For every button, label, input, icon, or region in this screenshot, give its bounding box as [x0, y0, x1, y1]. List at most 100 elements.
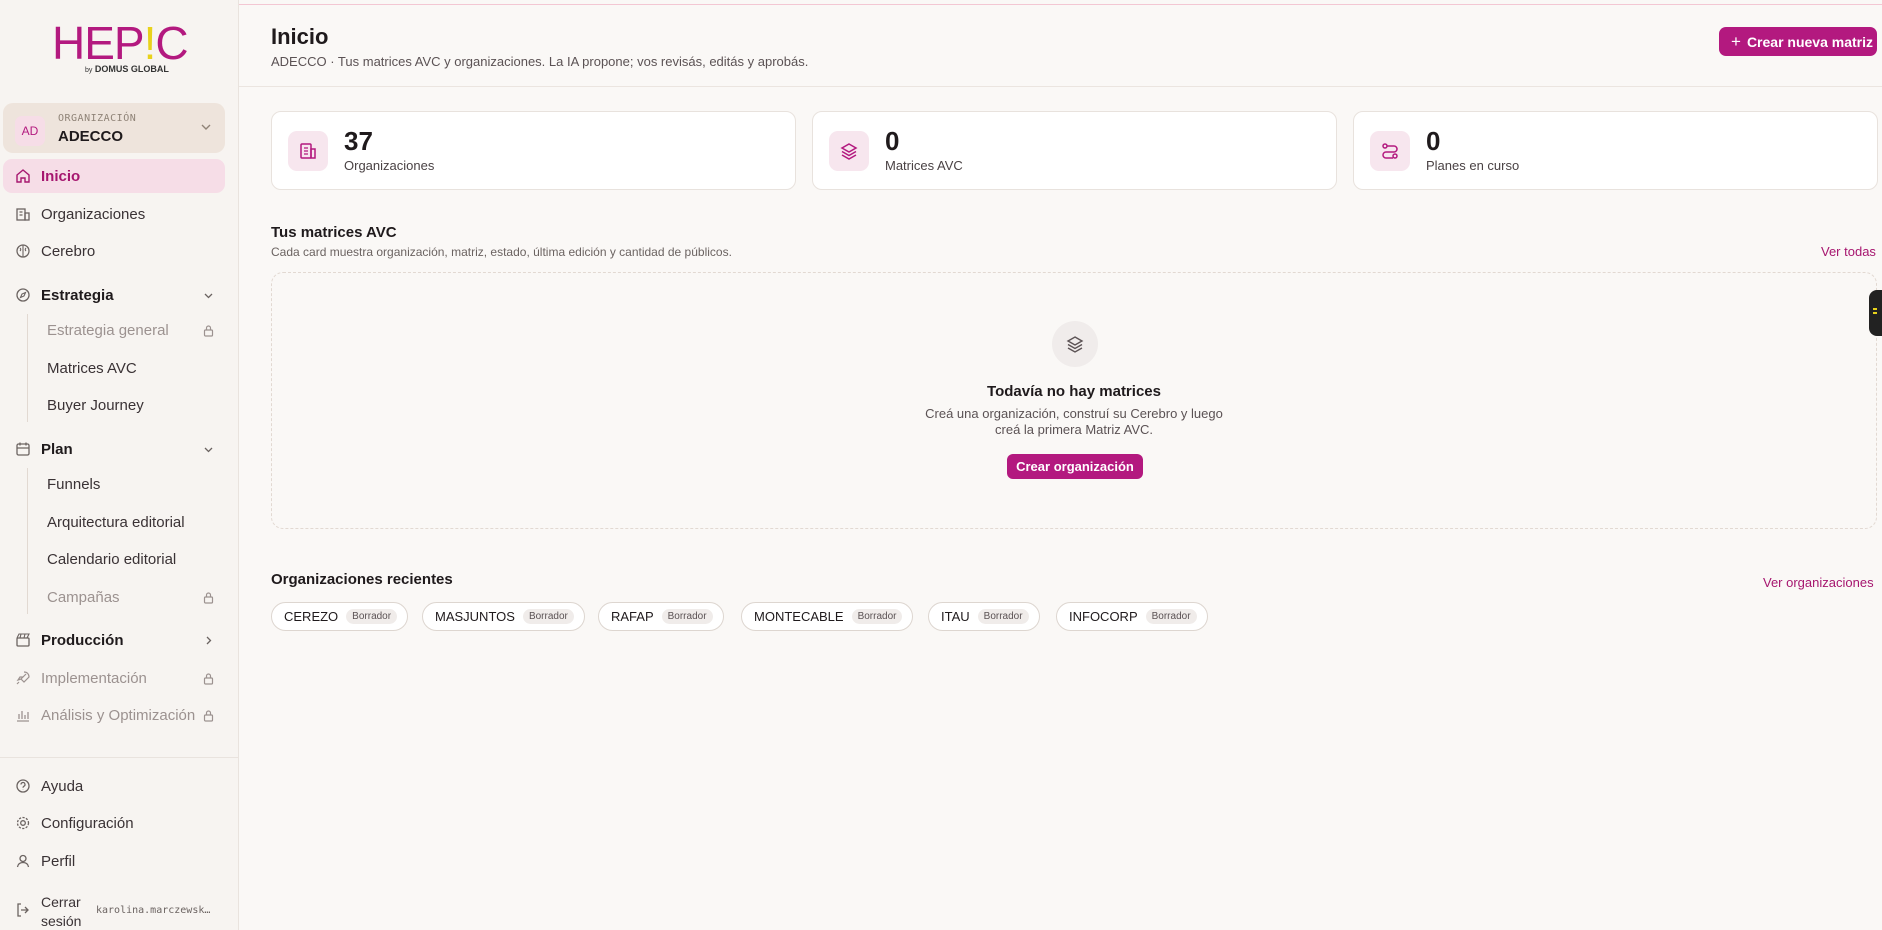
- stat-value: 0: [1426, 126, 1441, 156]
- sidebar-item-perfil[interactable]: Perfil: [3, 844, 225, 878]
- sidebar-item-label: Matrices AVC: [47, 359, 137, 377]
- org-chip-cerezo[interactable]: CEREZO Borrador: [271, 602, 409, 631]
- sidebar-item-ayuda[interactable]: Ayuda: [3, 769, 225, 803]
- chevron-right-icon: [206, 636, 212, 645]
- sidebar-item-matrices-avc[interactable]: Matrices AVC: [3, 351, 225, 385]
- header-divider: [239, 86, 1882, 87]
- logo-wordmark: HEP!C: [52, 17, 189, 69]
- stat-label: Planes en curso: [1426, 158, 1520, 173]
- sidebar-item-label: Producción: [41, 631, 124, 649]
- stat-label: Organizaciones: [344, 158, 435, 173]
- chevron-down-icon: [201, 124, 211, 130]
- org-chip-masjuntos[interactable]: MASJUNTOS Borrador: [422, 602, 585, 631]
- org-name: ADECCO: [58, 128, 124, 145]
- user-icon: [16, 854, 30, 868]
- sidebar-group-estrategia[interactable]: Estrategia: [3, 278, 225, 312]
- section-subtitle-matrices: Cada card muestra organización, matriz, …: [271, 245, 732, 259]
- sidebar-item-label: Arquitectura editorial: [47, 513, 185, 531]
- org-label: ORGANIZACIÓN: [58, 113, 137, 124]
- sidebar-item-label: Perfil: [41, 852, 76, 870]
- empty-title: Todavía no hay matrices: [987, 383, 1161, 400]
- sidebar-item-label: Plan: [41, 440, 73, 458]
- org-chip-montecable[interactable]: MONTECABLE Borrador: [741, 602, 914, 631]
- chevron-down-icon: [204, 447, 213, 453]
- sidebar-item-campanas[interactable]: Campañas: [3, 580, 225, 614]
- sidebar-item-arquitectura-editorial[interactable]: Arquitectura editorial: [3, 505, 225, 539]
- top-accent-line: [238, 4, 1882, 5]
- calendar-icon: [16, 442, 30, 456]
- layers-icon: [829, 131, 869, 171]
- bar-chart-icon: [17, 711, 29, 722]
- compass-icon: [16, 288, 30, 302]
- create-organization-button[interactable]: Crear organización: [1007, 454, 1143, 479]
- sidebar-item-label: Ayuda: [41, 777, 84, 795]
- sidebar-group-produccion[interactable]: Producción: [3, 623, 225, 657]
- sidebar-item-funnels[interactable]: Funnels: [3, 467, 225, 501]
- lock-icon: [203, 325, 214, 337]
- section-title-recientes: Organizaciones recientes: [271, 571, 453, 588]
- chip-name: MASJUNTOS: [435, 609, 515, 624]
- chevron-down-icon: [204, 293, 213, 299]
- sidebar-item-label: Buyer Journey: [47, 396, 144, 414]
- stat-card-organizaciones[interactable]: 37 Organizaciones: [271, 111, 796, 190]
- new-matrix-label: Crear nueva matriz: [1746, 33, 1873, 50]
- sidebar-item-configuracion[interactable]: Configuración: [3, 806, 225, 840]
- stat-value: 0: [885, 126, 900, 156]
- sidebar-item-implementacion[interactable]: Implementación: [3, 661, 225, 695]
- chip-name: INFOCORP: [1069, 609, 1138, 624]
- lock-icon: [203, 710, 214, 722]
- sidebar-item-label: Cerebro: [41, 242, 96, 260]
- sidebar-item-analisis[interactable]: Análisis y Optimización: [3, 698, 225, 732]
- sidebar-item-estrategia-general[interactable]: Estrategia general: [3, 313, 225, 347]
- page-title: Inicio: [271, 24, 329, 49]
- sidebar-item-label: Organizaciones: [41, 205, 146, 223]
- sidebar-item-organizaciones[interactable]: Organizaciones: [3, 197, 225, 231]
- brain-icon: [16, 244, 30, 258]
- logo[interactable]: HEP!C by DOMUS GLOBAL: [52, 17, 189, 76]
- handle-icon: [1873, 308, 1877, 310]
- empty-description: Creá una organización, construí su Cereb…: [925, 406, 1223, 437]
- sidebar-item-inicio[interactable]: Inicio: [3, 159, 225, 193]
- logo-subtitle: by DOMUS GLOBAL: [85, 64, 169, 74]
- clapperboard-icon: [16, 633, 30, 647]
- stat-card-matrices[interactable]: 0 Matrices AVC: [812, 111, 1337, 190]
- org-chip-rafap[interactable]: RAFAP Borrador: [598, 602, 724, 631]
- sidebar-item-label: Cerrar sesión: [41, 894, 82, 929]
- help-circle-icon: [16, 779, 30, 793]
- sidebar-divider: [0, 757, 238, 758]
- view-all-link[interactable]: Ver todas: [1821, 244, 1876, 259]
- org-switcher[interactable]: AD ORGANIZACIÓN ADECCO: [3, 103, 225, 153]
- plus-icon: +: [1731, 31, 1741, 51]
- sidebar-item-buyer-journey[interactable]: Buyer Journey: [3, 388, 225, 422]
- stat-label: Matrices AVC: [885, 158, 963, 173]
- status-badge: Borrador: [346, 609, 398, 624]
- new-matrix-button[interactable]: + Crear nueva matriz: [1719, 27, 1877, 56]
- sidebar-item-label: Configuración: [41, 814, 134, 832]
- sidebar-item-label: Calendario editorial: [47, 550, 177, 568]
- sidebar-group-plan[interactable]: Plan: [3, 432, 225, 466]
- lock-icon: [203, 592, 214, 604]
- chip-name: MONTECABLE: [754, 609, 844, 624]
- status-badge: Borrador: [522, 609, 574, 624]
- sidebar-item-calendario-editorial[interactable]: Calendario editorial: [3, 542, 225, 576]
- sidebar: HEP!C by DOMUS GLOBAL AD ORGANIZACIÓN AD…: [0, 0, 239, 930]
- org-chip-itau[interactable]: ITAU Borrador: [928, 602, 1040, 631]
- sidebar-item-label: Campañas: [47, 588, 120, 606]
- section-title-matrices: Tus matrices AVC: [271, 224, 397, 241]
- gear-icon: [16, 816, 30, 830]
- status-badge: Borrador: [1145, 609, 1197, 624]
- chip-name: RAFAP: [611, 609, 654, 624]
- view-organizations-link[interactable]: Ver organizaciones: [1763, 575, 1874, 590]
- empty-state: Todavía no hay matrices Creá una organiz…: [271, 272, 1877, 529]
- building-icon: [288, 131, 328, 171]
- stat-card-planes[interactable]: 0 Planes en curso: [1353, 111, 1878, 190]
- sidebar-item-cerebro[interactable]: Cerebro: [3, 234, 225, 268]
- status-badge: Borrador: [851, 609, 903, 624]
- org-chip-infocorp[interactable]: INFOCORP Borrador: [1056, 602, 1208, 631]
- sidebar-item-label: Funnels: [47, 475, 101, 493]
- side-panel-toggle[interactable]: [1869, 290, 1882, 336]
- user-email: karolina.marczewsk…: [96, 905, 211, 916]
- sidebar-item-label: Implementación: [41, 669, 147, 687]
- lock-icon: [203, 673, 214, 685]
- rocket-icon: [16, 671, 30, 685]
